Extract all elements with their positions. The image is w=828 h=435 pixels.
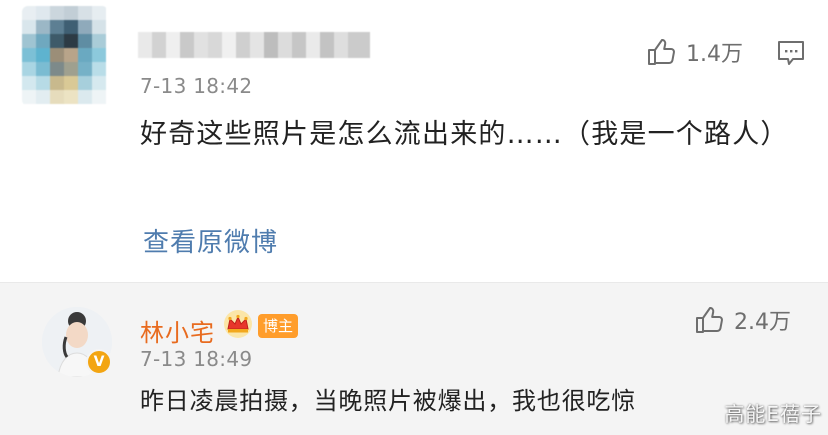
avatar-blurred[interactable] [22,6,108,106]
watermark: 高能E蓓子 [724,402,822,426]
reply-author-name[interactable]: 林小宅 [140,313,215,348]
view-original-link[interactable]: 查看原微博 [143,222,278,259]
like-count: 1.4万 [686,42,743,67]
reply-like-count: 2.4万 [734,310,791,335]
verified-v-icon: V [86,349,112,375]
reply-text: 昨日凌晨拍摄，当晚照片被爆出，我也很吃惊 [140,387,636,415]
reply-like-button[interactable]: 2.4万 [694,304,791,336]
comment-item: 7-13 18:42 1.4万 好奇这些照片是怎么流出来的……（我是一个路人） … [0,0,828,282]
thumbs-up-icon [696,307,723,333]
thumbs-up-icon [648,39,675,65]
like-button[interactable]: 1.4万 [646,36,743,68]
comment-bubble-icon[interactable] [776,38,806,68]
username-blurred[interactable] [138,32,370,58]
reply-time: 7-13 18:49 [140,347,253,371]
author-badge: 博主 [258,314,299,338]
comment-text: 好奇这些照片是怎么流出来的……（我是一个路人） [140,119,789,150]
crown-icon [224,310,252,338]
weibo-comment-screen: 7-13 18:42 1.4万 好奇这些照片是怎么流出来的……（我是一个路人） … [0,0,828,435]
comment-time: 7-13 18:42 [140,74,253,98]
